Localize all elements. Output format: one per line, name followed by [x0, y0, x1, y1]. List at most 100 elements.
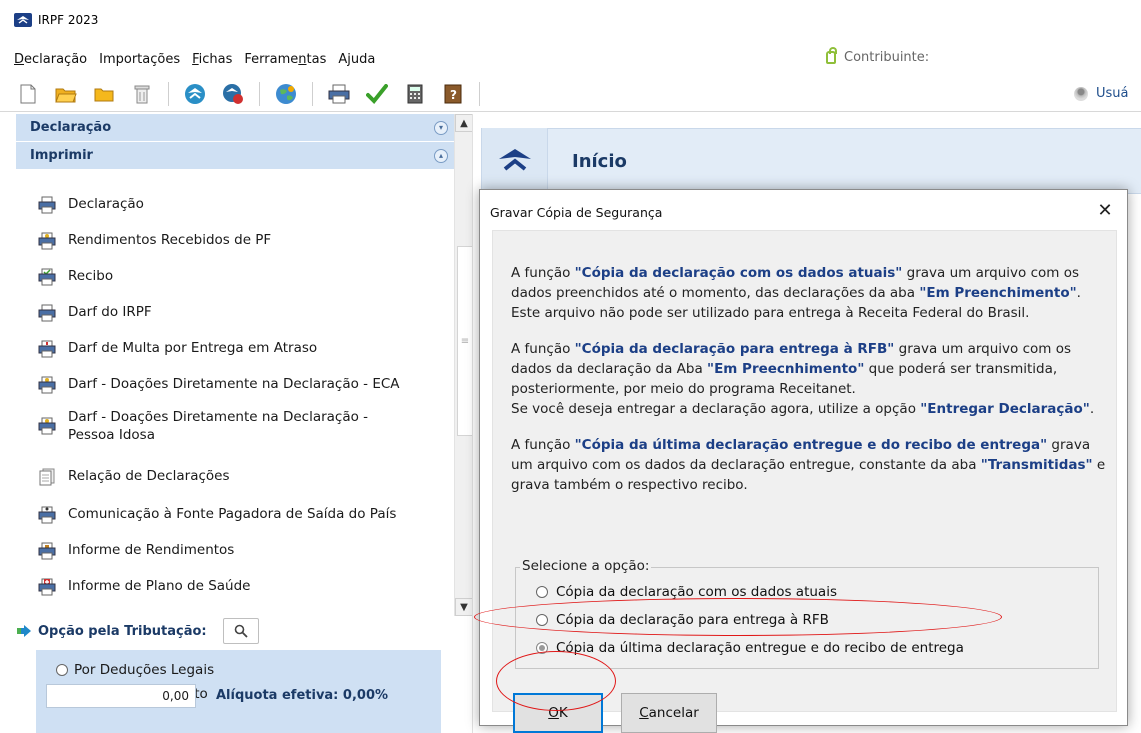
toolbar-separator [259, 81, 260, 106]
tributacao-header: Opção pela Tributação: [16, 616, 462, 646]
declaracao-section-title: Declaração [30, 120, 112, 135]
print-item-label: Recibo [68, 268, 114, 284]
printer-warning-icon [38, 340, 56, 358]
dialog-body: A função "Cópia da declaração com os dad… [492, 230, 1117, 733]
print-item-label: Darf do IRPF [68, 304, 152, 320]
menu-bar: Declaração Importações Fichas Ferramenta… [0, 48, 1141, 70]
globe-icon[interactable] [274, 82, 298, 106]
menu-declaracao[interactable]: Declaração [14, 52, 87, 67]
printer-check-icon [38, 268, 56, 286]
cancel-button[interactable]: Cancelar [621, 693, 717, 733]
tributacao-section: Opção pela Tributação: Por Deduções Lega… [16, 616, 462, 733]
option-group: Selecione a opção: Cópia da declaração c… [515, 558, 1099, 669]
scroll-thumb[interactable]: ≡ [457, 246, 473, 436]
ok-button[interactable]: OK [513, 693, 603, 733]
expand-chevron-icon[interactable]: ▾ [434, 120, 448, 135]
usuario-indicator[interactable]: Usuá [1074, 86, 1129, 101]
scroll-down-arrow-icon[interactable]: ▼ [455, 598, 473, 616]
printer-icon [38, 304, 56, 322]
menu-ferramentas[interactable]: Ferramentas [244, 52, 326, 67]
radio-button[interactable] [536, 586, 548, 598]
receita-recover-icon[interactable] [221, 82, 245, 106]
print-item-label: Darf de Multa por Entrega em Atraso [68, 340, 318, 356]
deducoes-legais-option[interactable]: Por Deduções Legais [56, 662, 441, 678]
close-icon[interactable]: ✕ [1093, 198, 1117, 222]
dialog-title: Gravar Cópia de Segurança [490, 204, 663, 220]
radio-button-selected[interactable] [536, 642, 548, 654]
imposto-value-field: 0,00 [46, 684, 196, 708]
receita-logo-icon [14, 13, 32, 27]
receita-transmit-icon[interactable] [183, 82, 207, 106]
left-scrollbar[interactable]: ▲ ≡ ▼ [454, 114, 474, 616]
aliquota-label: Alíquota efetiva: 0,00% [216, 688, 389, 703]
print-item-darf-eca[interactable]: Darf - Doações Diretamente na Declaração… [16, 376, 400, 394]
printer-money-icon [38, 417, 56, 435]
folder-icon[interactable] [92, 82, 116, 106]
printer-person-icon [38, 506, 56, 524]
inicio-title: Início [572, 150, 627, 172]
print-item-label: Rendimentos Recebidos de PF [68, 232, 272, 248]
scroll-up-arrow-icon[interactable]: ▲ [455, 114, 473, 132]
contribuinte-label: Contribuinte: [844, 50, 930, 65]
deducoes-legais-label: Por Deduções Legais [74, 662, 215, 678]
toolbar-separator [168, 81, 169, 106]
option-entrega-rfb[interactable]: Cópia da declaração para entrega à RFB [536, 612, 829, 628]
print-item-label: Relação de Declarações [68, 468, 230, 484]
printer-lock-icon [38, 542, 56, 560]
option-group-label: Selecione a opção: [520, 558, 652, 574]
printer-icon [38, 196, 56, 214]
lock-icon [826, 47, 837, 64]
print-item-relacao[interactable]: Relação de Declarações [16, 468, 230, 486]
imprimir-section-header[interactable]: Imprimir ▴ [16, 142, 462, 170]
search-icon [234, 624, 248, 638]
document-stack-icon [38, 468, 56, 486]
dialog-content: A função "Cópia da declaração com os dad… [511, 263, 1111, 511]
search-button[interactable] [222, 618, 259, 644]
collapse-chevron-icon[interactable]: ▴ [434, 148, 448, 163]
paragraph-entregar-hint: Se você deseja entregar a declaração ago… [511, 401, 1095, 417]
print-item-label: Comunicação à Fonte Pagadora de Saída do… [68, 506, 397, 522]
usuario-label: Usuá [1096, 86, 1129, 101]
calculator-icon[interactable] [403, 82, 427, 106]
user-icon [1074, 86, 1088, 101]
print-item-darf-multa[interactable]: Darf de Multa por Entrega em Atraso [16, 340, 317, 358]
help-book-icon[interactable]: ? [441, 82, 465, 106]
print-item-recibo[interactable]: Recibo [16, 268, 113, 286]
trash-icon[interactable] [130, 82, 154, 106]
option-ultima-declaracao[interactable]: Cópia da última declaração entregue e do… [536, 640, 964, 656]
print-item-darf[interactable]: Darf do IRPF [16, 304, 152, 322]
inicio-header: Início [481, 128, 1141, 194]
menu-ajuda[interactable]: Ajuda [338, 52, 375, 67]
imprimir-section-title: Imprimir [30, 148, 93, 163]
tributacao-label: Opção pela Tributação: [38, 623, 207, 639]
menu-fichas[interactable]: Fichas [192, 52, 232, 67]
printer-money-icon [38, 376, 56, 394]
checkmark-icon[interactable] [365, 82, 389, 106]
print-item-rendimentos-pf[interactable]: Rendimentos Recebidos de PF [16, 232, 271, 250]
backup-dialog: Gravar Cópia de Segurança ✕ A função "Có… [479, 189, 1128, 733]
toolbar-separator [479, 81, 480, 106]
contribuinte-indicator: Contribuinte: [826, 47, 930, 65]
toolbar-separator [312, 81, 313, 106]
printer-money-icon [38, 232, 56, 250]
svg-text:?: ? [450, 88, 457, 102]
print-item-darf-idosa[interactable]: Darf - Doações Diretamente na Declaração… [16, 408, 376, 444]
printer-health-icon [38, 578, 56, 596]
printer-icon[interactable] [327, 82, 351, 106]
open-folder-icon[interactable] [54, 82, 78, 106]
print-item-comunicacao[interactable]: Comunicação à Fonte Pagadora de Saída do… [16, 506, 396, 524]
new-document-icon[interactable] [16, 82, 40, 106]
menu-importacoes[interactable]: Importações [99, 52, 180, 67]
window-title: IRPF 2023 [38, 13, 99, 27]
option-dados-atuais[interactable]: Cópia da declaração com os dados atuais [536, 584, 837, 600]
radio-button[interactable] [536, 614, 548, 626]
print-item-informe-rendimentos[interactable]: Informe de Rendimentos [16, 542, 234, 560]
print-item-label: Declaração [68, 196, 144, 212]
print-item-declaracao[interactable]: Declaração [16, 196, 144, 214]
toolbar: ? [0, 76, 1141, 112]
radio-button[interactable] [56, 664, 68, 676]
print-item-plano-saude[interactable]: Informe de Plano de Saúde [16, 578, 251, 596]
declaracao-section-header[interactable]: Declaração ▾ [16, 114, 462, 142]
print-item-label: Darf - Doações Diretamente na Declaração… [68, 409, 369, 443]
paragraph-ultima-declaracao: A função "Cópia da última declaração ent… [511, 437, 1106, 493]
